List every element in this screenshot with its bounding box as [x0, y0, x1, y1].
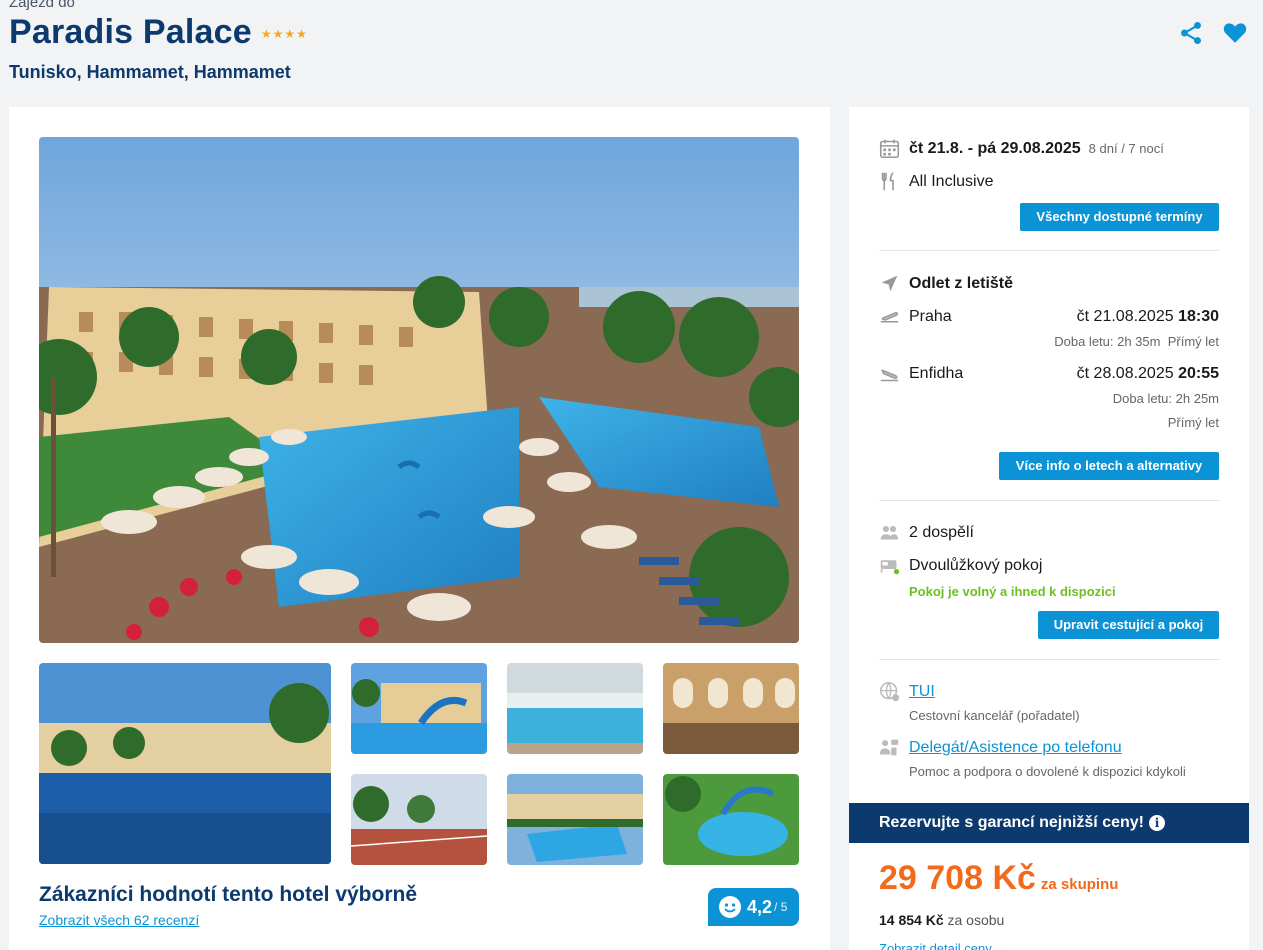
thumbnail-5[interactable]: [351, 774, 487, 865]
price-guarantee-banner: Rezervujte s garancí nejnižší ceny! i: [849, 803, 1249, 843]
return-type: Přímý let: [1167, 415, 1219, 430]
thumbnail-2[interactable]: [351, 663, 487, 754]
header-actions: [1178, 20, 1248, 46]
rating-max: / 5: [774, 900, 788, 914]
return-duration: Doba letu: 2h 25m: [1112, 391, 1219, 406]
trip-dates: čt 21.8. - pá 29.08.2025: [909, 139, 1081, 157]
assistance-description: Pomoc a podpora o dovolené k dispozici k…: [909, 764, 1186, 779]
divider: [879, 659, 1219, 660]
room-row: Dvoulůžkový pokoj: [879, 555, 1042, 576]
travelers-row: 2 dospělí: [879, 522, 974, 543]
main-photo[interactable]: [39, 137, 799, 643]
all-dates-button[interactable]: Všechny dostupné termíny: [1020, 203, 1219, 231]
smiley-icon: [719, 896, 741, 918]
thumbnail-1[interactable]: [39, 663, 331, 864]
booking-card: čt 21.8. - pá 29.08.2025 8 dní / 7 nocí …: [849, 107, 1249, 950]
outbound-airport: Praha: [909, 307, 952, 325]
hotel-stars: ★★★★: [260, 26, 308, 41]
board-type: All Inclusive: [909, 172, 994, 190]
divider: [879, 500, 1219, 501]
thumbnail-6[interactable]: [507, 774, 643, 865]
calendar-icon: [879, 139, 900, 159]
gallery-card: Zákazníci hodnotí tento hotel výborně Zo…: [9, 107, 830, 950]
plane-landing-icon: [880, 369, 899, 382]
per-person-label: za osobu: [947, 912, 1005, 928]
price-group-label: za skupinu: [1040, 876, 1119, 893]
share-icon[interactable]: [1178, 20, 1204, 46]
people-icon: [880, 525, 899, 540]
assistance-link[interactable]: Delegát/Asistence po telefonu: [909, 739, 1122, 757]
return-date: čt 28.08.2025: [1076, 364, 1174, 382]
departure-heading: Odlet z letiště: [909, 274, 1014, 292]
thumbnail-7[interactable]: [663, 774, 799, 865]
rating-title: Zákazníci hodnotí tento hotel výborně: [39, 883, 418, 906]
edit-travelers-button[interactable]: Upravit cestující a pokoj: [1038, 611, 1219, 639]
operator-row: TUI: [879, 681, 935, 702]
rating-score: 4,2: [747, 896, 773, 917]
return-airport: Enfidha: [909, 364, 964, 382]
trip-duration: 8 dní / 7 nocí: [1088, 141, 1164, 156]
return-flight-row: Enfidha čt 28.08.2025 20:55: [879, 363, 1219, 384]
operator-description: Cestovní kancelář (pořadatel): [909, 708, 1080, 723]
return-time: 20:55: [1178, 364, 1219, 382]
hotel-location: Tunisko, Hammamet, Hammamet: [9, 62, 291, 82]
thumbnail-3[interactable]: [507, 663, 643, 754]
price-block: 29 708 Kč za skupinu: [879, 859, 1118, 898]
outbound-date: čt 21.08.2025: [1076, 307, 1174, 325]
thumbnail-4[interactable]: [663, 663, 799, 754]
cutlery-icon: [881, 172, 894, 191]
chevron-down-icon: ⌄: [995, 941, 1007, 950]
header-subtitle: Zájezd do: [9, 0, 75, 11]
room-type: Dvoulůžkový pokoj: [909, 556, 1043, 574]
price-detail-link[interactable]: Zobrazit detail ceny ⌄: [879, 941, 1006, 950]
price-detail-text: Zobrazit detail ceny: [879, 941, 992, 950]
hotel-title: Paradis Palace: [9, 13, 252, 51]
assistance-row: Delegát/Asistence po telefonu: [879, 737, 1122, 758]
divider: [879, 250, 1219, 251]
heart-icon[interactable]: [1222, 20, 1248, 46]
operator-link[interactable]: TUI: [909, 683, 935, 701]
title-row: Paradis Palace ★★★★: [9, 13, 1254, 52]
travelers-count: 2 dospělí: [909, 523, 974, 541]
bed-icon: [880, 560, 900, 575]
per-person-price-row: 14 854 Kč za osobu: [879, 912, 1004, 928]
plane-takeoff-icon: [880, 312, 899, 323]
globe-icon: [879, 681, 900, 702]
rating-score-badge: 4,2 / 5: [708, 888, 799, 926]
per-person-price: 14 854 Kč: [879, 912, 944, 928]
outbound-duration: Doba letu: 2h 35m: [1054, 334, 1161, 349]
availability-status: Pokoj je volný a ihned k dispozici: [909, 584, 1116, 599]
support-phone-icon: [879, 739, 899, 756]
outbound-flight-row: Praha čt 21.08.2025 18:30: [879, 306, 1219, 327]
dates-row: čt 21.8. - pá 29.08.2025 8 dní / 7 nocí: [879, 138, 1164, 159]
departure-heading-row: Odlet z letiště: [879, 273, 1013, 294]
outbound-time: 18:30: [1178, 307, 1219, 325]
info-icon[interactable]: i: [1149, 815, 1165, 831]
total-price: 29 708 Kč: [879, 859, 1036, 897]
flight-info-button[interactable]: Více info o letech a alternativy: [999, 452, 1219, 480]
banner-text: Rezervujte s garancí nejnižší ceny!: [879, 814, 1144, 831]
outbound-type: Přímý let: [1167, 334, 1219, 349]
board-row: All Inclusive: [879, 171, 993, 192]
outbound-info: Doba letu: 2h 35m Přímý let: [1054, 334, 1219, 349]
navigation-arrow-icon: [881, 275, 898, 292]
all-reviews-link[interactable]: Zobrazit všech 62 recenzí: [39, 912, 199, 928]
page-header: Zájezd do Paradis Palace ★★★★ Tunisko, H…: [9, 0, 1254, 83]
